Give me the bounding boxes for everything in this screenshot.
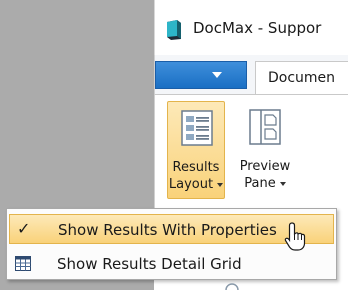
grid-icon [15, 256, 31, 271]
preview-pane-label: Preview [239, 159, 291, 174]
docmax-app-icon [167, 20, 181, 40]
preview-pane-icon [249, 109, 281, 145]
mouse-pointer-icon [284, 222, 306, 251]
menu-item-label: Show Results Detail Grid [57, 255, 242, 273]
window-title: DocMax - Suppor [193, 19, 322, 37]
results-layout-sublabel: Layout [168, 177, 224, 192]
results-layout-icon [181, 110, 213, 146]
results-layout-button[interactable]: Results Layout [167, 101, 225, 199]
menu-item-label: Show Results With Properties [58, 221, 277, 239]
ribbon-panel: Results Layout Preview Pane [154, 94, 348, 214]
title-bar: DocMax - Suppor [154, 0, 348, 55]
file-menu-button[interactable] [155, 61, 247, 89]
preview-pane-button[interactable]: Preview Pane [233, 101, 297, 199]
dropdown-arrow-icon [279, 181, 286, 186]
results-layout-label: Results [172, 160, 220, 175]
preview-pane-sublabel: Pane [233, 176, 297, 191]
ribbon-tab-row: Documen [154, 55, 348, 96]
partial-icon [225, 283, 239, 290]
dropdown-arrow-icon [217, 182, 224, 187]
check-icon: ✓ [17, 219, 31, 238]
menu-item-show-results-detail-grid[interactable]: Show Results Detail Grid [9, 249, 334, 279]
tab-document[interactable]: Documen [255, 61, 348, 96]
chevron-down-icon [212, 72, 222, 78]
